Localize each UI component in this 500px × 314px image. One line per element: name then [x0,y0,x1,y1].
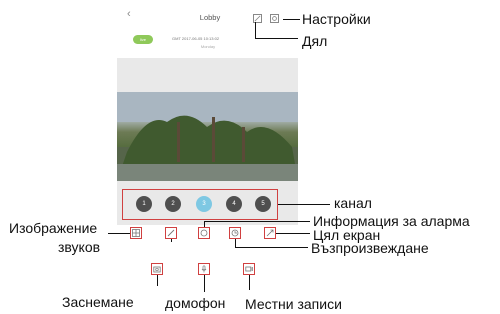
callout-line-alarm-h [204,221,310,222]
callout-line-image-v [171,239,172,242]
status-band [117,58,298,92]
label-local-records: Местни записи [245,296,342,312]
label-image: Изображение [9,220,98,236]
page-title: Lobby [199,13,221,22]
callout-line-share-v [255,22,256,38]
expand-icon [266,229,274,237]
image-button[interactable] [165,227,177,239]
edit-icon [167,229,175,237]
video-feed[interactable] [117,92,298,181]
label-playback: Възпроизвеждане [311,240,429,256]
message-icon [200,229,208,237]
label-intercom: домофон [165,295,226,311]
video-record-icon [245,266,253,272]
label-alarm-info: Информация за аларма [313,213,470,229]
callout-line-intercom [204,275,205,292]
grid-icon [132,229,140,237]
callout-line-playback-h [235,247,308,248]
channel-callout-box [122,189,278,220]
label-snapshot: Заснемане [62,294,134,310]
label-sound: звуков [58,239,101,255]
weekday: Monday [200,44,216,49]
microphone-icon [201,265,207,273]
sound-button[interactable] [130,227,142,239]
status-badge: live [133,35,153,44]
callout-line-share-h [255,38,298,39]
back-icon[interactable]: ‹ [127,9,131,20]
gear-icon[interactable] [270,14,279,23]
fullscreen-button[interactable] [264,227,276,239]
callout-line-record [249,275,250,290]
callout-line-snapshot [157,275,158,286]
callout-line-sound [108,233,130,234]
top-bar [117,0,298,58]
label-settings: Настройки [302,11,371,27]
playback-button[interactable] [229,227,241,239]
label-channel: канал [334,195,372,211]
snapshot-button[interactable] [151,263,163,275]
callout-line-playback-v [235,239,236,247]
playback-icon [231,229,239,237]
callout-line-settings [283,19,300,20]
callout-line-channel [278,204,330,205]
camera-icon [153,266,161,273]
intercom-button[interactable] [198,263,210,275]
label-share: Дял [302,33,328,49]
record-button[interactable] [243,263,255,275]
callout-line-fullscreen [276,233,310,234]
alarm-info-button[interactable] [198,227,210,239]
timestamp: GMT 2017-06-05 10:13:02 [172,36,220,41]
